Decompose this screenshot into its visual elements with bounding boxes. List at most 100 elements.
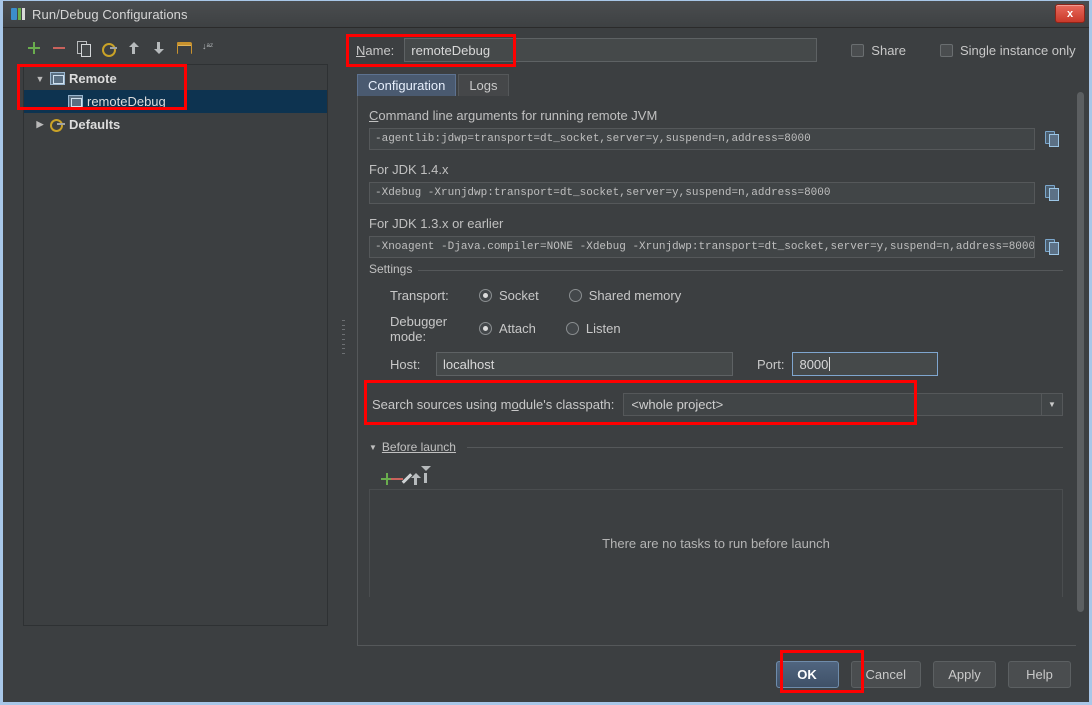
checkbox-box bbox=[940, 43, 953, 57]
tree-node-remote[interactable]: ▼ Remote bbox=[24, 67, 327, 90]
single-instance-checkbox[interactable]: Single instance only bbox=[940, 43, 1076, 58]
settings-group-title: Settings bbox=[369, 262, 419, 276]
jdk14-label: For JDK 1.4.x bbox=[369, 162, 449, 177]
name-label: NName:ame: bbox=[356, 42, 395, 58]
radio-label: Attach bbox=[499, 321, 536, 336]
radio-label: Listen bbox=[585, 321, 621, 336]
tab-configuration[interactable]: Configuration bbox=[357, 74, 457, 96]
before-launch-task-list[interactable]: There are no tasks to run before launch bbox=[369, 489, 1063, 597]
debugger-mode-label: Debugger mode: bbox=[390, 313, 448, 344]
search-sources-dropdown[interactable]: <whole project> ▼ bbox=[623, 393, 1063, 416]
apply-button[interactable]: Apply bbox=[933, 660, 996, 688]
configuration-tab-content: Command line arguments for running remot… bbox=[357, 96, 1078, 646]
radio-icon bbox=[479, 289, 492, 302]
content-scrollbar[interactable] bbox=[1076, 92, 1085, 646]
jdk13-field[interactable]: -Xnoagent -Djava.compiler=NONE -Xdebug -… bbox=[369, 236, 1035, 258]
close-icon[interactable]: x bbox=[1055, 4, 1085, 23]
chevron-right-icon[interactable]: ▶ bbox=[32, 119, 48, 130]
intellij-idea-icon bbox=[10, 6, 26, 22]
splitter-grip-icon bbox=[341, 320, 345, 354]
arrow-down-icon bbox=[153, 41, 165, 55]
host-port-row: Host: localhost Port: 8000 bbox=[369, 349, 1063, 379]
new-folder-button[interactable] bbox=[173, 37, 195, 59]
gear-save-icon bbox=[101, 41, 117, 57]
tree-node-label: Defaults bbox=[69, 117, 121, 132]
debugger-mode-option-attach[interactable]: Attach bbox=[479, 321, 536, 336]
add-configuration-button[interactable] bbox=[23, 37, 45, 59]
configurations-tree: ▼ Remote remoteDebug ▶ Defaults bbox=[23, 64, 328, 626]
plus-icon bbox=[27, 41, 41, 55]
copy-to-clipboard-icon[interactable] bbox=[1043, 237, 1063, 257]
run-debug-configurations-dialog: Run/Debug Configurations x ↓ᵃᶻ ▼ Remote bbox=[0, 0, 1092, 705]
defaults-icon bbox=[48, 118, 66, 132]
tree-node-label: remoteDebug bbox=[87, 94, 166, 109]
tree-node-remotedebug[interactable]: remoteDebug bbox=[24, 90, 327, 113]
port-label: Port: bbox=[757, 356, 785, 372]
radio-label: Shared memory bbox=[588, 288, 682, 303]
jdk14-row: -Xdebug -Xrunjdwp:transport=dt_socket,se… bbox=[369, 182, 1063, 204]
remote-config-icon bbox=[48, 72, 66, 85]
transport-option-socket[interactable]: Socket bbox=[479, 288, 539, 303]
checkbox-box bbox=[851, 43, 865, 57]
before-launch-title: Before launch bbox=[381, 440, 456, 454]
move-down-button[interactable] bbox=[148, 37, 170, 59]
jdk13-label: For JDK 1.3.x or earlier bbox=[369, 216, 504, 231]
host-label: Host: bbox=[390, 356, 421, 372]
jdk14-field[interactable]: -Xdebug -Xrunjdwp:transport=dt_socket,se… bbox=[369, 182, 1035, 204]
host-input[interactable]: localhost bbox=[436, 352, 733, 376]
debugger-mode-row: Debugger mode: Attach Listen bbox=[369, 312, 1063, 345]
debugger-mode-option-listen[interactable]: Listen bbox=[565, 321, 621, 336]
save-configuration-button[interactable] bbox=[98, 37, 120, 59]
remove-configuration-button[interactable] bbox=[48, 37, 70, 59]
radio-label: Socket bbox=[499, 288, 539, 303]
name-input[interactable]: remoteDebug bbox=[404, 38, 818, 62]
transport-option-shared-memory[interactable]: Shared memory bbox=[568, 288, 682, 303]
ok-button[interactable]: OK bbox=[775, 660, 839, 688]
remote-config-icon bbox=[66, 95, 84, 108]
cmdline-row: -agentlib:jdwp=transport=dt_socket,serve… bbox=[369, 128, 1063, 150]
settings-group: Settings Transport: Socket Shared memory bbox=[369, 262, 1063, 416]
chevron-down-icon[interactable]: ▼ bbox=[369, 443, 377, 452]
scrollbar-thumb[interactable] bbox=[1077, 92, 1084, 612]
configurations-toolbar: ↓ᵃᶻ bbox=[15, 34, 338, 62]
sort-configurations-button[interactable]: ↓ᵃᶻ bbox=[198, 37, 220, 59]
port-input[interactable]: 8000 bbox=[792, 352, 939, 376]
before-launch-header[interactable]: ▼ Before launch bbox=[369, 440, 1063, 454]
before-launch-empty-text: There are no tasks to run before launch bbox=[602, 536, 830, 551]
radio-icon bbox=[565, 322, 579, 335]
sort-alphabetically-icon: ↓ᵃᶻ bbox=[202, 41, 214, 51]
before-launch-toolbar bbox=[369, 457, 1063, 487]
text-caret bbox=[829, 357, 831, 371]
tab-logs[interactable]: Logs bbox=[458, 74, 509, 96]
search-sources-label: Search sources using module's classpath: bbox=[372, 397, 615, 412]
dialog-footer: OK Cancel Apply Help bbox=[3, 646, 1089, 702]
move-up-button[interactable] bbox=[123, 37, 145, 59]
folder-icon bbox=[176, 42, 192, 54]
chevron-down-icon[interactable]: ▼ bbox=[32, 74, 48, 84]
help-button[interactable]: Help bbox=[1008, 660, 1071, 688]
configurations-pane: ↓ᵃᶻ ▼ Remote remoteDebug ▶ Defaults bbox=[3, 28, 338, 646]
search-sources-row: Search sources using module's classpath:… bbox=[369, 393, 1063, 416]
copy-to-clipboard-icon[interactable] bbox=[1043, 129, 1063, 149]
transport-label: Transport: bbox=[390, 288, 449, 303]
tree-node-defaults[interactable]: ▶ Defaults bbox=[24, 113, 327, 136]
share-checkbox[interactable]: Share bbox=[851, 43, 906, 58]
tab-bar: Configuration Logs bbox=[348, 72, 1087, 96]
single-instance-label: Single instance only bbox=[960, 42, 1076, 58]
radio-icon bbox=[479, 322, 492, 335]
share-label: Share bbox=[871, 42, 906, 58]
title-bar: Run/Debug Configurations x bbox=[3, 1, 1089, 28]
cmdline-field[interactable]: -agentlib:jdwp=transport=dt_socket,serve… bbox=[369, 128, 1035, 150]
arrow-up-icon bbox=[128, 41, 140, 55]
pane-splitter[interactable] bbox=[338, 28, 348, 646]
tree-node-label: Remote bbox=[69, 71, 117, 86]
radio-icon bbox=[568, 289, 582, 302]
search-sources-value: <whole project> bbox=[631, 397, 724, 412]
cancel-button[interactable]: Cancel bbox=[850, 660, 921, 688]
copy-configuration-button[interactable] bbox=[73, 37, 95, 59]
minus-icon bbox=[52, 41, 66, 55]
chevron-down-icon[interactable]: ▼ bbox=[1041, 394, 1062, 415]
dialog-body: ↓ᵃᶻ ▼ Remote remoteDebug ▶ Defaults Name… bbox=[3, 28, 1089, 646]
copy-to-clipboard-icon[interactable] bbox=[1043, 183, 1063, 203]
window-title: Run/Debug Configurations bbox=[32, 6, 188, 22]
